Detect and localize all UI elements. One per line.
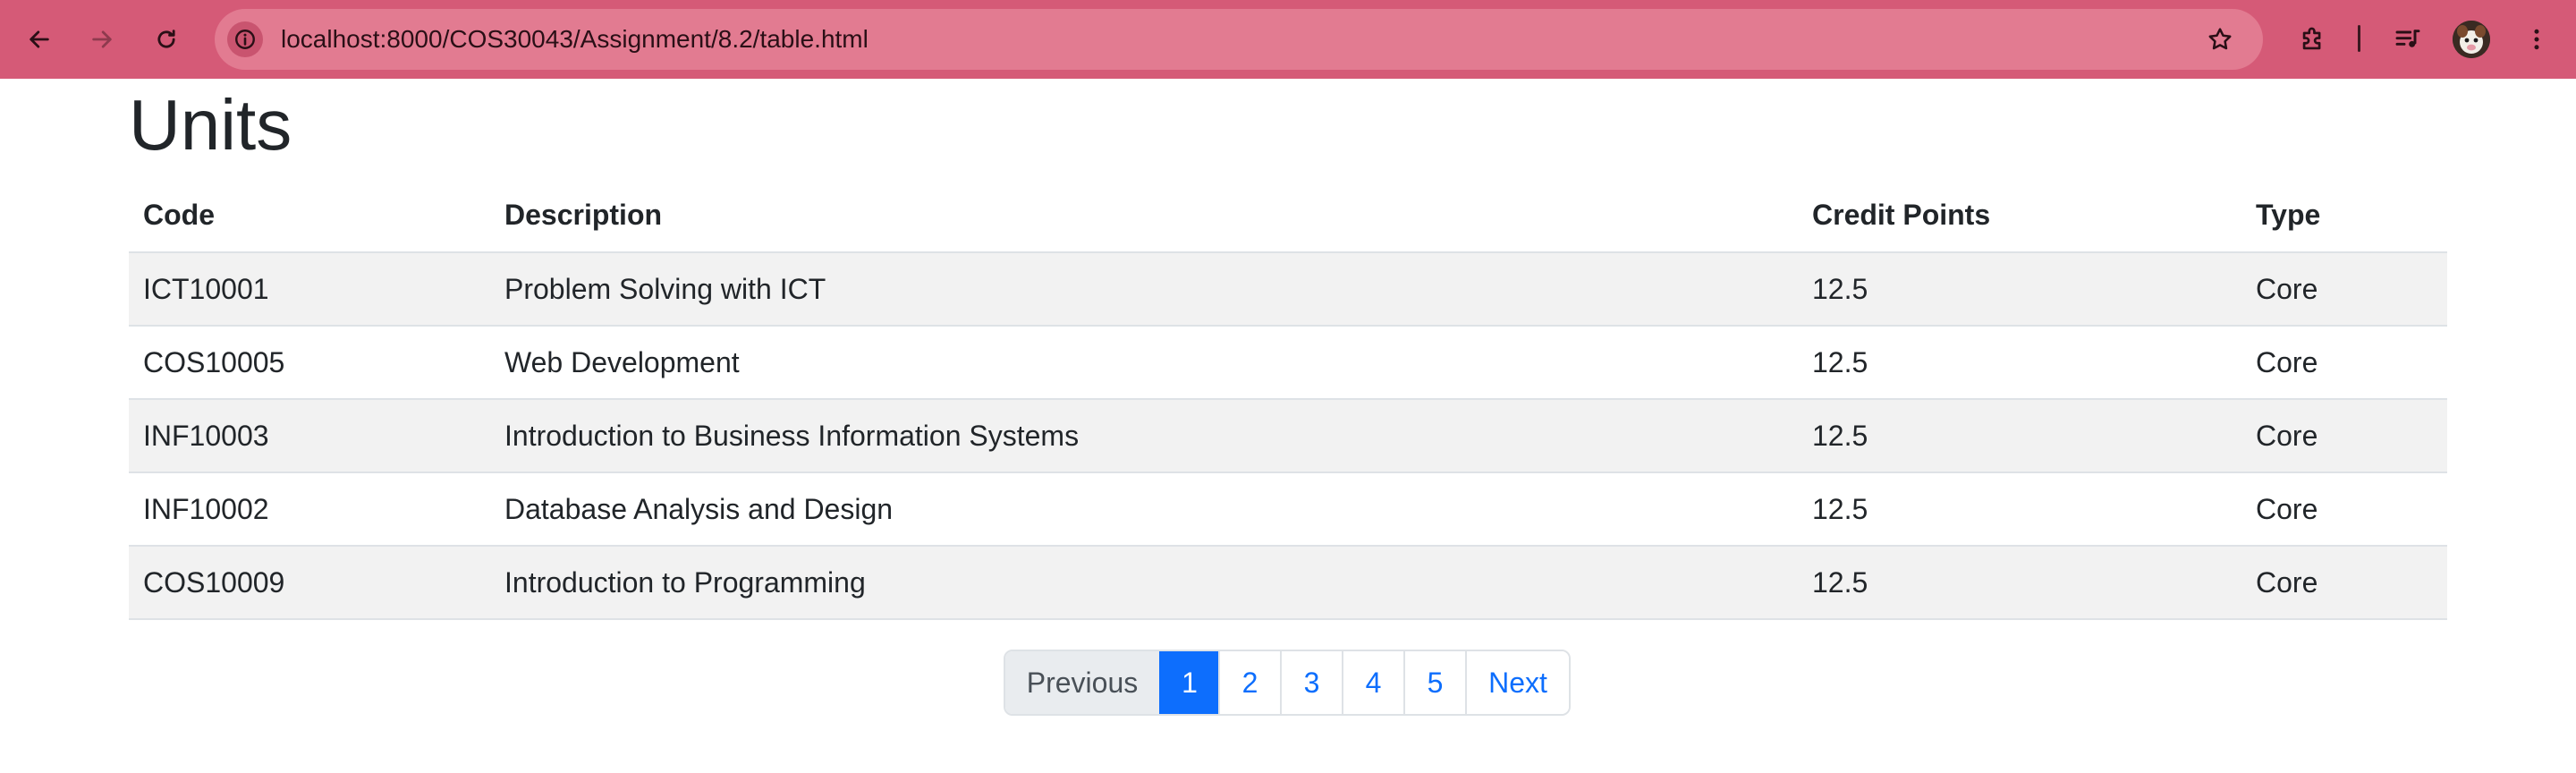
column-header-code: Code <box>129 179 490 253</box>
cell-credit-points: 12.5 <box>1798 326 2241 400</box>
cell-description: Problem Solving with ICT <box>490 252 1798 327</box>
back-button[interactable] <box>16 16 63 63</box>
cell-description: Introduction to Business Information Sys… <box>490 399 1798 473</box>
cell-description: Database Analysis and Design <box>490 472 1798 547</box>
table-row: COS10009 Introduction to Programming 12.… <box>129 546 2447 620</box>
cell-code: COS10005 <box>129 326 490 400</box>
more-vertical-icon <box>2534 29 2539 50</box>
cell-type: Core <box>2241 326 2447 400</box>
cell-description: Introduction to Programming <box>490 546 1798 620</box>
pagination-page-4[interactable]: 4 <box>1342 651 1403 714</box>
profile-avatar[interactable] <box>2453 21 2490 58</box>
address-bar[interactable]: localhost:8000/COS30043/Assignment/8.2/t… <box>215 9 2263 70</box>
pagination-next-button[interactable]: Next <box>1465 651 1569 714</box>
browser-toolbar: localhost:8000/COS30043/Assignment/8.2/t… <box>0 0 2576 79</box>
cell-code: COS10009 <box>129 546 490 620</box>
cell-code: INF10002 <box>129 472 490 547</box>
cell-type: Core <box>2241 546 2447 620</box>
extensions-button[interactable] <box>2290 16 2336 63</box>
pagination-previous-button[interactable]: Previous <box>1005 651 1159 714</box>
puzzle-icon <box>2302 27 2321 50</box>
media-controls-button[interactable] <box>2385 16 2431 63</box>
pagination-page-3[interactable]: 3 <box>1280 651 1342 714</box>
page-title: Units <box>129 85 292 165</box>
pagination: Previous 1 2 3 4 5 Next <box>1004 650 1571 716</box>
pagination-page-5[interactable]: 5 <box>1403 651 1465 714</box>
arrow-right-icon <box>92 30 112 48</box>
cell-type: Core <box>2241 472 2447 547</box>
url-text[interactable]: localhost:8000/COS30043/Assignment/8.2/t… <box>281 9 869 70</box>
cell-credit-points: 12.5 <box>1798 252 2241 327</box>
cell-code: INF10003 <box>129 399 490 473</box>
column-header-credit-points: Credit Points <box>1798 179 2241 253</box>
table-header-row: Code Description Credit Points Type <box>129 179 2447 253</box>
reload-button[interactable] <box>143 16 190 63</box>
playlist-icon <box>2395 30 2420 47</box>
pagination-page-2[interactable]: 2 <box>1218 651 1280 714</box>
forward-button[interactable] <box>79 16 125 63</box>
cell-credit-points: 12.5 <box>1798 399 2241 473</box>
column-header-description: Description <box>490 179 1798 253</box>
profile-picture-icon <box>2453 21 2490 58</box>
table-row: ICT10001 Problem Solving with ICT 12.5 C… <box>129 252 2447 327</box>
cell-code: ICT10001 <box>129 252 490 327</box>
toolbar-divider <box>2358 25 2360 52</box>
arrow-left-icon <box>30 30 49 48</box>
table-row: INF10003 Introduction to Business Inform… <box>129 399 2447 473</box>
cell-credit-points: 12.5 <box>1798 546 2241 620</box>
pagination-page-1[interactable]: 1 <box>1159 651 1218 714</box>
reload-icon <box>157 30 175 48</box>
table-row: COS10005 Web Development 12.5 Core <box>129 326 2447 400</box>
browser-menu-button[interactable] <box>2513 16 2560 63</box>
cell-type: Core <box>2241 252 2447 327</box>
info-icon <box>235 30 255 49</box>
bookmark-star-button[interactable] <box>2204 23 2236 55</box>
column-header-type: Type <box>2241 179 2447 253</box>
cell-credit-points: 12.5 <box>1798 472 2241 547</box>
units-table: Code Description Credit Points Type ICT1… <box>129 179 2447 620</box>
table-row: INF10002 Database Analysis and Design 12… <box>129 472 2447 547</box>
cell-description: Web Development <box>490 326 1798 400</box>
cell-type: Core <box>2241 399 2447 473</box>
site-info-button[interactable] <box>227 21 263 57</box>
star-icon <box>2208 28 2232 50</box>
